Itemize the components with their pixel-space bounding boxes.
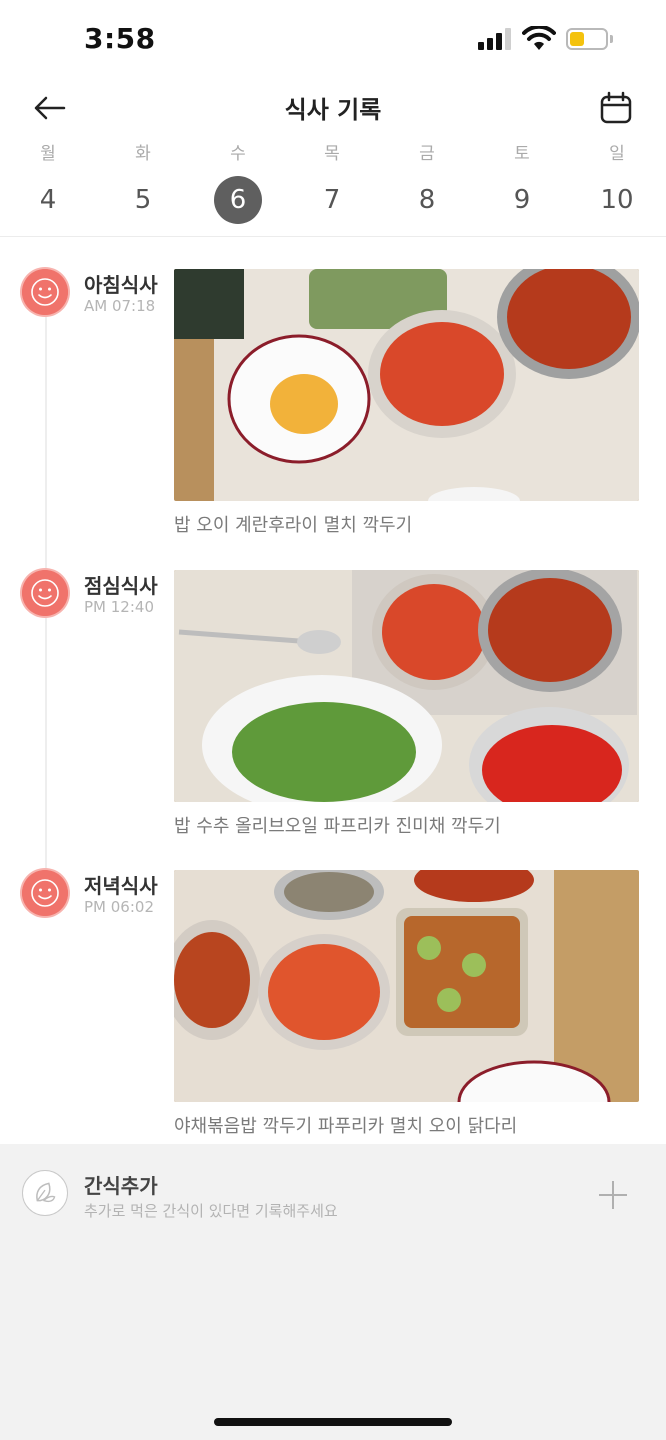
day-number: 10 bbox=[600, 185, 634, 215]
meal-time: PM 06:02 bbox=[84, 898, 154, 916]
page-title: 식사 기록 bbox=[284, 96, 382, 124]
meal-description: 밥 수추 올리브오일 파프리카 진미채 깍두기 bbox=[174, 816, 501, 837]
day-number: 5 bbox=[134, 185, 152, 215]
day-name: 월 bbox=[40, 144, 56, 164]
day-name: 금 bbox=[419, 144, 435, 164]
meal-photo[interactable] bbox=[174, 870, 639, 1102]
day-number: 7 bbox=[323, 185, 341, 215]
header: 식사 기록 bbox=[0, 80, 666, 136]
cellular-signal-icon bbox=[478, 28, 514, 50]
day-wed-selected[interactable]: 수 6 bbox=[208, 140, 268, 224]
day-name: 화 bbox=[135, 144, 151, 164]
day-sun[interactable]: 일 10 bbox=[587, 140, 647, 224]
day-name: 수 bbox=[230, 144, 246, 164]
snack-subtitle: 추가로 먹은 간식이 있다면 기록해주세요 bbox=[84, 1202, 338, 1220]
day-number: 6 bbox=[214, 176, 262, 224]
day-number: 9 bbox=[513, 185, 531, 215]
wifi-icon bbox=[522, 26, 556, 50]
meal-name: 점심식사 bbox=[84, 574, 158, 598]
day-name: 일 bbox=[609, 144, 625, 164]
week-selector: 월 4 화 5 수 6 목 7 금 8 토 9 일 10 bbox=[0, 140, 666, 237]
day-sat[interactable]: 토 9 bbox=[492, 140, 552, 224]
day-number: 4 bbox=[39, 185, 57, 215]
day-tue[interactable]: 화 5 bbox=[113, 140, 173, 224]
smile-icon bbox=[22, 269, 68, 315]
smile-icon bbox=[22, 870, 68, 916]
status-bar: 3:58 bbox=[0, 0, 666, 80]
day-name: 토 bbox=[514, 144, 530, 164]
smile-icon bbox=[22, 570, 68, 616]
meal-name: 저녁식사 bbox=[84, 874, 158, 898]
meal-description: 야채볶음밥 깍두기 파푸리카 멸치 오이 닭다리 bbox=[174, 1116, 518, 1137]
calendar-icon[interactable] bbox=[596, 88, 636, 128]
day-thu[interactable]: 목 7 bbox=[302, 140, 362, 224]
day-mon[interactable]: 월 4 bbox=[18, 140, 78, 224]
plus-icon[interactable] bbox=[596, 1178, 630, 1212]
home-indicator bbox=[214, 1418, 452, 1426]
leaf-icon bbox=[22, 1170, 68, 1216]
snack-title: 간식추가 bbox=[84, 1174, 158, 1198]
meal-photo[interactable] bbox=[174, 570, 639, 802]
meal-description: 밥 오이 계란후라이 멸치 깍두기 bbox=[174, 515, 413, 536]
meal-time: PM 12:40 bbox=[84, 598, 154, 616]
day-name: 목 bbox=[324, 144, 340, 164]
meal-photo[interactable] bbox=[174, 269, 639, 501]
meal-time: AM 07:18 bbox=[84, 297, 156, 315]
meal-name: 아침식사 bbox=[84, 273, 158, 297]
battery-icon bbox=[566, 28, 608, 50]
battery-cap bbox=[610, 35, 613, 43]
day-fri[interactable]: 금 8 bbox=[397, 140, 457, 224]
status-time: 3:58 bbox=[84, 22, 156, 55]
snack-section: 간식추가 추가로 먹은 간식이 있다면 기록해주세요 bbox=[0, 1144, 666, 1440]
day-number: 8 bbox=[418, 185, 436, 215]
